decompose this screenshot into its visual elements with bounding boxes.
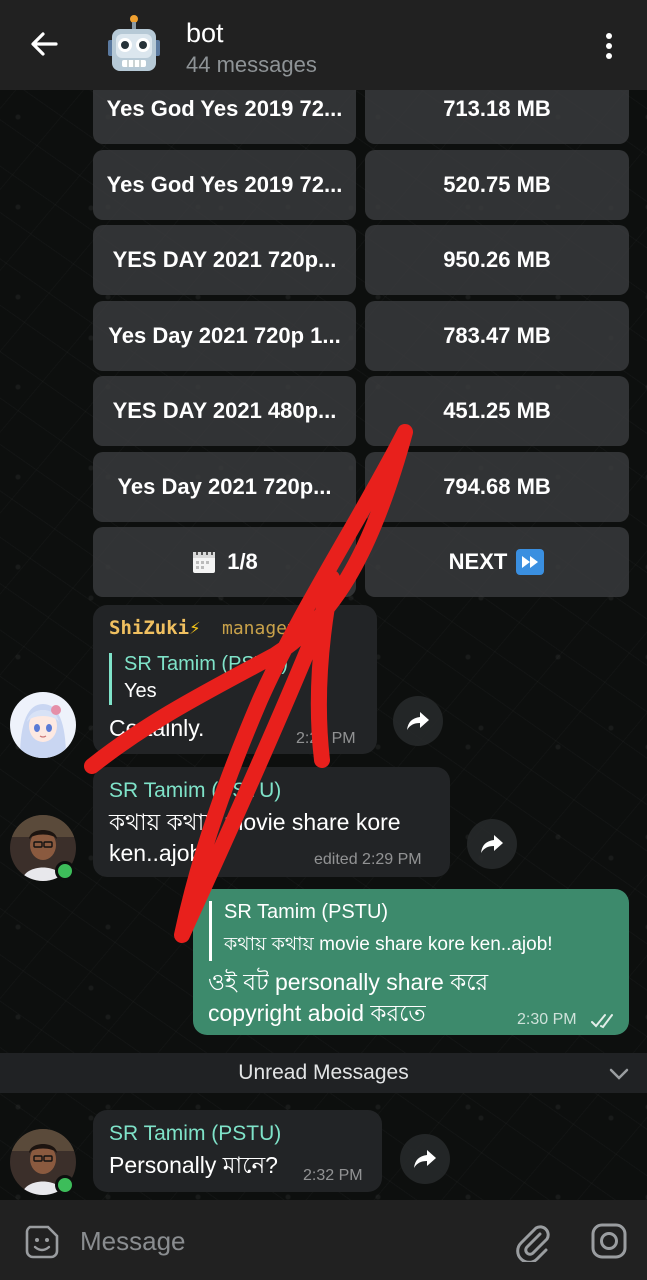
reply-quote[interactable]: SR Tamim (PSTU) কথায় কথায় movie share … [209,901,553,961]
reply-sender: SR Tamim (PSTU) [124,653,289,675]
unread-label: Unread Messages [238,1061,409,1084]
file-button[interactable]: Yes God Yes 2019 72... [93,150,356,220]
more-menu-icon[interactable] [596,28,622,64]
bot-avatar[interactable] [106,14,162,76]
emoji-sticker-icon[interactable] [24,1224,60,1260]
fast-forward-icon [516,549,545,575]
camera-icon[interactable] [590,1222,628,1260]
page-indicator-button[interactable]: 1/8 [93,527,356,597]
shizuki-avatar[interactable] [10,692,76,758]
file-size-button[interactable]: 520.75 MB [365,150,629,220]
next-label: NEXT [448,549,508,574]
message-time: 2:28 PM [296,730,356,747]
message-text: ওই বট personally share করে copyright abo… [208,967,488,1029]
calendar-icon [193,550,216,573]
file-button[interactable]: YES DAY 2021 720p... [93,225,356,295]
chat-subtitle: 44 messages [186,52,317,77]
sender-name[interactable]: SR Tamim (PSTU) [109,779,281,803]
message-line: copyright aboid করতে [208,1000,426,1026]
chat-title[interactable]: bot [186,18,224,49]
chevron-down-icon[interactable] [608,1067,630,1081]
reply-quote[interactable]: SR Tamim (PSTU) Yes [109,653,288,705]
share-icon[interactable] [400,1134,450,1184]
file-button[interactable]: Yes Day 2021 720p... [93,452,356,522]
next-page-button[interactable]: NEXT [365,527,629,597]
outgoing-message-bubble[interactable]: SR Tamim (PSTU) কথায় কথায় movie share … [193,889,629,1035]
file-size-button[interactable]: 950.26 MB [365,225,629,295]
message-bubble[interactable]: ShiZuki⚡ managemen SR Tamim (PSTU) Yes C… [93,605,377,754]
file-button[interactable]: YES DAY 2021 480p... [93,376,356,446]
message-line: কথায় কথায় movie share kore [109,809,401,835]
share-icon[interactable] [467,819,517,869]
message-time: 2:32 PM [303,1167,363,1184]
share-icon[interactable] [393,696,443,746]
online-indicator [55,1175,75,1195]
message-bubble[interactable]: SR Tamim (PSTU) Personally মানে? 2:32 PM [93,1110,382,1192]
online-indicator [55,861,75,881]
file-button[interactable]: Yes Day 2021 720p 1... [93,301,356,371]
sender-name[interactable]: ShiZuki [109,617,189,639]
message-line: ওই বট personally share করে [208,969,489,995]
message-bubble[interactable]: SR Tamim (PSTU) কথায় কথায় movie share … [93,767,450,877]
message-time: edited 2:29 PM [314,851,422,868]
reply-text: কথায় কথায় movie share kore ken..ajob! [224,934,553,955]
message-time: 2:30 PM [517,1011,577,1028]
attach-paperclip-icon[interactable] [516,1222,550,1262]
message-input-bar: Message [0,1200,647,1280]
message-text: Personally মানে? [109,1152,278,1178]
file-size-button[interactable]: 451.25 MB [365,376,629,446]
double-check-icon [591,1014,613,1029]
reply-text: Yes [124,680,157,702]
reply-sender: SR Tamim (PSTU) [224,901,389,923]
back-arrow-icon[interactable] [26,26,62,62]
file-size-button[interactable]: 794.68 MB [365,452,629,522]
chat-header: bot 44 messages [0,0,647,90]
page-label: 1/8 [227,549,258,574]
sender-name[interactable]: SR Tamim (PSTU) [109,1122,281,1146]
unread-messages-divider: Unread Messages [0,1053,647,1093]
lightning-icon: ⚡ [189,617,201,639]
member-tag: managemen [221,618,320,639]
message-text: Certainly. [109,715,205,741]
file-size-button[interactable]: 783.47 MB [365,301,629,371]
message-input[interactable]: Message [80,1226,186,1257]
